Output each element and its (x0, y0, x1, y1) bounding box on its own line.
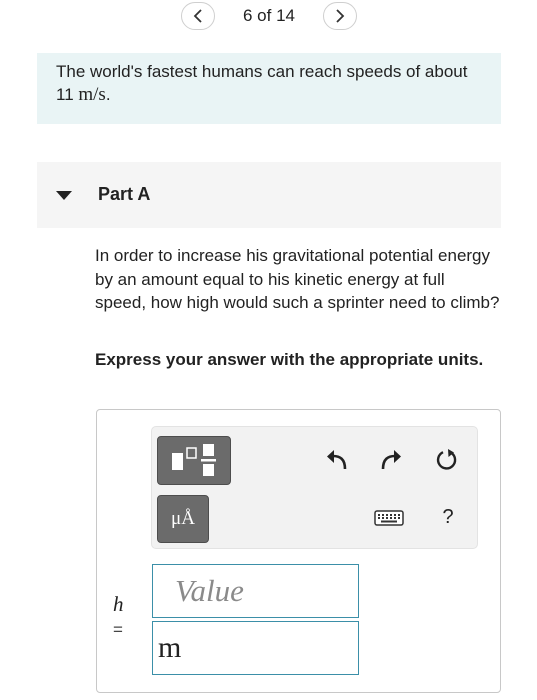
equals-sign: = (113, 620, 123, 639)
reset-icon[interactable] (434, 447, 460, 473)
undo-icon[interactable] (324, 447, 350, 473)
part-a-header[interactable]: Part A (37, 162, 501, 228)
caret-down-icon (56, 191, 72, 200)
variable-label: h (113, 592, 124, 616)
units-button[interactable]: μÅ (157, 495, 209, 543)
question-text: In order to increase his gravitational p… (95, 246, 500, 312)
answer-instruction: Express your answer with the appropriate… (95, 350, 484, 369)
next-button[interactable] (323, 2, 357, 30)
templates-icon (172, 444, 216, 476)
units-input[interactable] (152, 621, 359, 675)
intro-text: The world's fastest humans can reach spe… (56, 62, 468, 104)
math-toolbar: μÅ ? (151, 426, 478, 549)
chevron-left-icon (193, 9, 202, 23)
chevron-right-icon (336, 9, 345, 23)
intro-period: . (105, 85, 111, 104)
templates-button[interactable] (157, 436, 231, 485)
help-icon[interactable]: ? (437, 503, 459, 531)
part-title: Part A (98, 184, 151, 204)
page-position: 6 of 14 (243, 6, 295, 25)
previous-button[interactable] (181, 2, 215, 30)
redo-icon[interactable] (378, 447, 404, 473)
answer-area: μÅ ? h = (96, 409, 501, 693)
speed-unit: m/s (78, 84, 106, 105)
pagination: 6 of 14 (0, 0, 537, 34)
value-input[interactable] (152, 564, 359, 618)
keyboard-icon[interactable] (374, 507, 404, 529)
problem-intro: The world's fastest humans can reach spe… (37, 53, 501, 124)
